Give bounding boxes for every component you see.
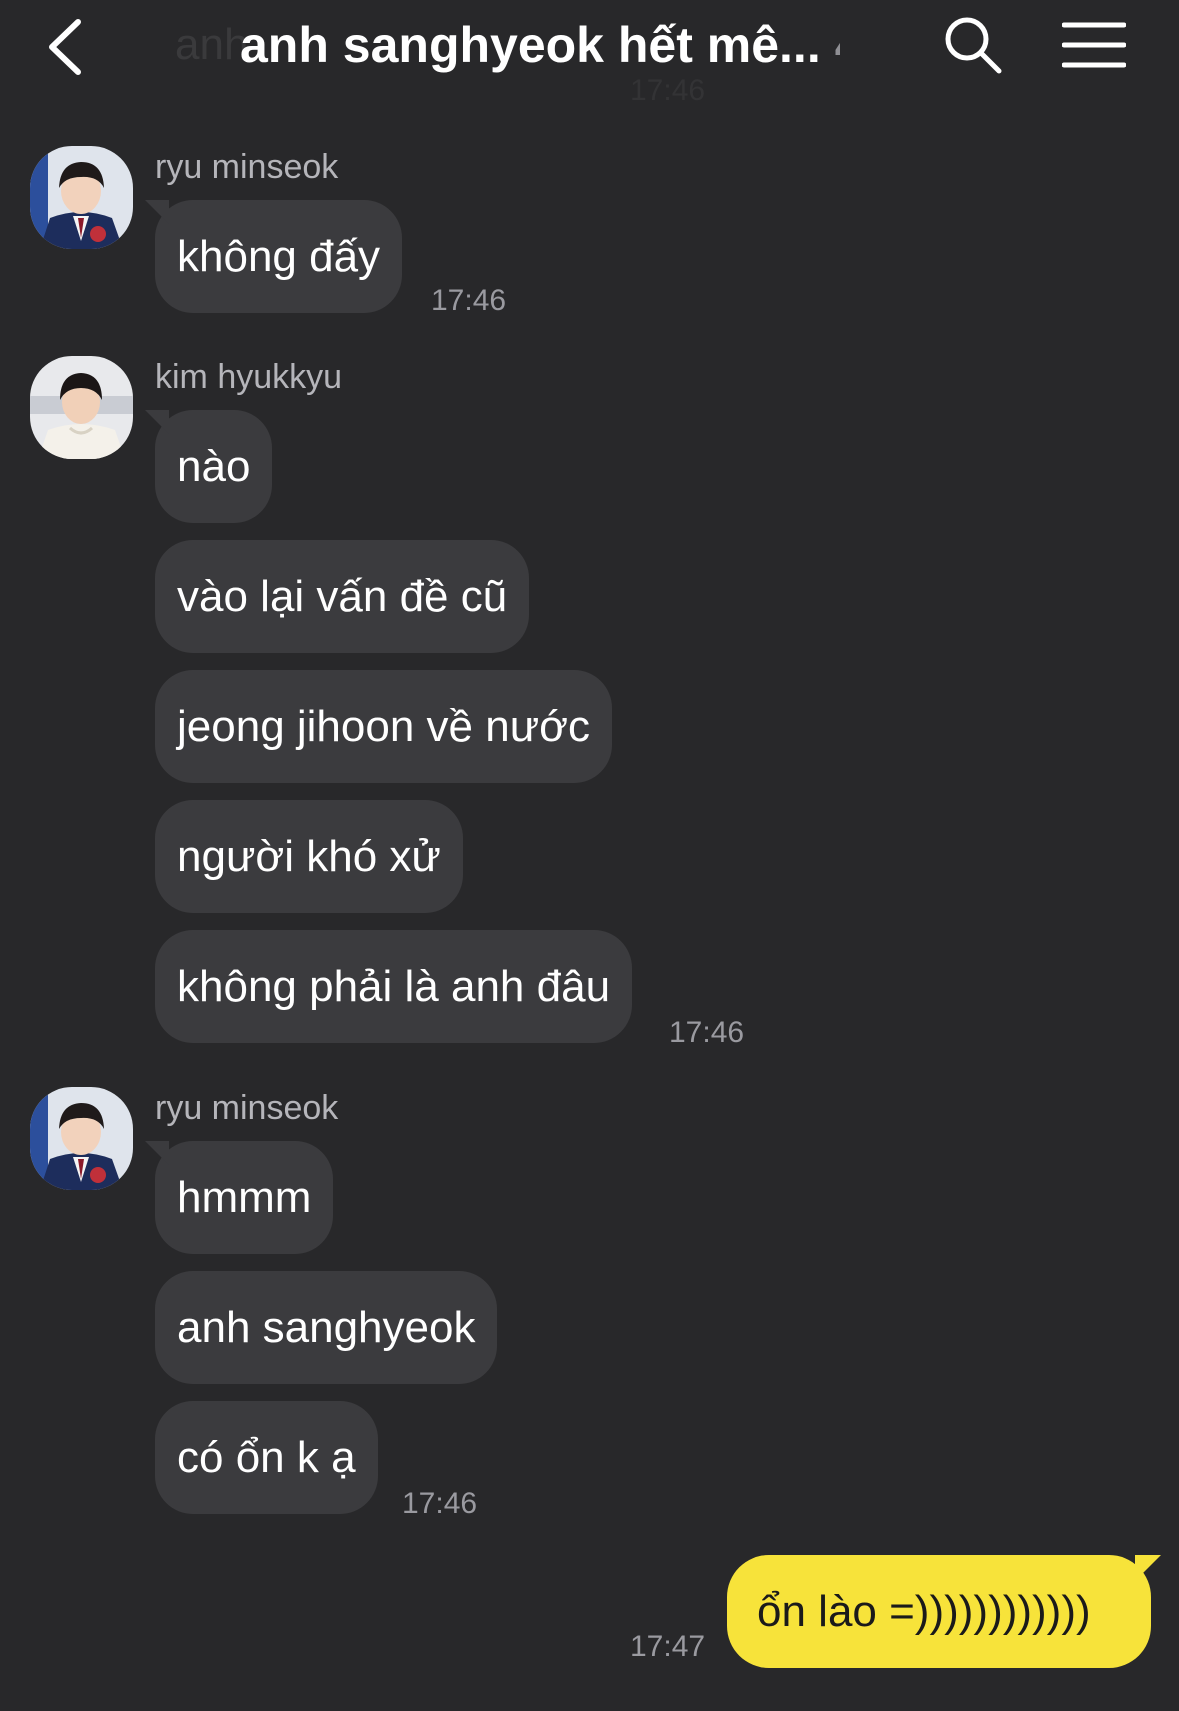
menu-button[interactable] (1061, 20, 1127, 70)
sender-name: ryu minseok (155, 1089, 339, 1127)
message-bubble[interactable]: hmmm (155, 1141, 334, 1254)
avatar-kim-hyukkyu[interactable] (30, 356, 133, 459)
avatar-ryu-minseok[interactable] (30, 146, 133, 249)
avatar-ryu-minseok[interactable] (30, 1087, 133, 1190)
message-bubble[interactable]: không đấy (155, 200, 403, 313)
search-icon (945, 17, 1002, 74)
back-arrow-icon (49, 19, 81, 75)
my-message-bubble[interactable]: ổn lào =)))))))))))) (727, 1555, 1151, 1668)
sender-name: ryu minseok (155, 148, 339, 186)
hamburger-menu-icon (1061, 22, 1127, 68)
profile-photo-icon (30, 356, 133, 459)
profile-photo-icon (30, 146, 133, 249)
chat-title-text: anh sanghyeok hết mê... (240, 17, 821, 73)
ghost-title-text: anh (175, 20, 249, 69)
ghost-time-text: 17:46 (630, 74, 706, 107)
message-bubble[interactable]: nào (155, 410, 273, 523)
message-bubble[interactable]: vào lại vấn đề cũ (155, 540, 530, 653)
chat-title: anh sanghyeok hết mê...4 (240, 16, 840, 74)
message-bubble[interactable]: jeong jihoon về nước (155, 670, 613, 783)
message-time: 17:46 (669, 1016, 745, 1049)
back-button[interactable] (38, 12, 98, 82)
search-button[interactable] (942, 14, 1004, 76)
message-bubble[interactable]: không phải là anh đâu (155, 930, 633, 1043)
chat-header: anh 17:46 anh sanghyeok hết mê...4 (0, 0, 1179, 107)
sender-name: kim hyukkyu (155, 358, 343, 396)
message-bubble[interactable]: có ổn k ạ (155, 1401, 378, 1514)
message-bubble[interactable]: người khó xử (155, 800, 463, 913)
my-message-time: 17:47 (630, 1630, 706, 1663)
member-count: 4 (835, 17, 840, 73)
message-bubble[interactable]: anh sanghyeok (155, 1271, 498, 1384)
message-time: 17:46 (402, 1487, 478, 1520)
message-time: 17:46 (431, 284, 507, 317)
profile-photo-icon (30, 1087, 133, 1190)
